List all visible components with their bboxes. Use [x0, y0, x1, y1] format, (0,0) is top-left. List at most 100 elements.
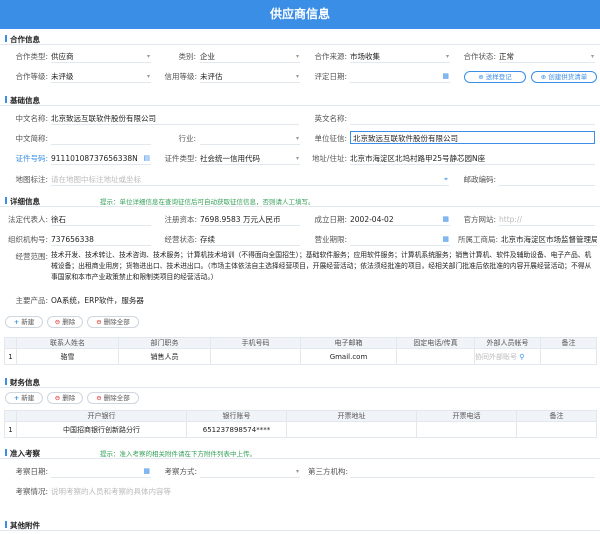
op-status-label: 经营状态:	[164, 235, 197, 244]
contact-email-cell[interactable]: Gmail.com	[300, 348, 397, 365]
table-row[interactable]: 1 骆雪 销售人员 Gmail.com 协同外部账号 ⚲	[4, 348, 597, 365]
user-select-icon[interactable]: ⚲	[519, 353, 524, 361]
inspect-method-select[interactable]: ▾	[200, 465, 300, 478]
category-select[interactable]: 企业 ▾	[200, 50, 300, 63]
org-code-input[interactable]: 737656338	[51, 233, 151, 246]
finance-delete-all-button[interactable]: ⊖ 删除全部	[87, 392, 139, 404]
table-header-cell	[4, 337, 17, 349]
industry-select[interactable]: ▾	[200, 132, 300, 145]
category-label: 类别:	[178, 52, 196, 61]
table-row[interactable]: 1 中国招商银行创新路分行 651237898574****	[4, 421, 597, 438]
inspect-notice: 提示：准入考察的相关附件请在下方附件列表中上传。	[100, 450, 256, 458]
bank-cell[interactable]: 中国招商银行创新路分行	[16, 421, 187, 438]
detail-notice: 提示：单位详细信息在查询征信后可自动获取征信信息，否则请人工填写。	[100, 198, 315, 206]
chevron-down-icon: ▾	[295, 73, 299, 80]
contact-account-cell[interactable]: 协同外部账号 ⚲	[474, 348, 541, 365]
plus-icon: +	[13, 394, 20, 402]
section-finance: 财务信息	[0, 374, 600, 388]
contact-phone-cell[interactable]	[396, 348, 475, 365]
capital-input[interactable]: 7698.9583 万元人民币	[200, 213, 300, 226]
bureau-input[interactable]: 北京市海淀区市场监督管理局	[501, 233, 597, 246]
finance-delete-button[interactable]: ⊖ 删除	[47, 392, 83, 404]
section-title: 准入考察	[5, 449, 40, 458]
coop-level-select[interactable]: 未评级 ▾	[51, 70, 151, 83]
table-header-cell	[4, 410, 17, 422]
contacts-table: 联系人姓名 部门职务 手机号码 电子邮箱 固定电话/传真 外部人员帐号 备注 1…	[4, 337, 597, 365]
cert-no-input[interactable]: 91110108737656338N ▤	[51, 152, 151, 165]
short-name-label: 中文简称:	[15, 134, 48, 143]
review-date-input[interactable]: ▦	[350, 70, 450, 83]
legal-rep-input[interactable]: 徐石	[51, 213, 151, 226]
bureau-label: 所属工商局:	[457, 235, 498, 244]
contact-mobile-cell[interactable]	[210, 348, 301, 365]
row-number: 1	[4, 348, 17, 365]
credit-level-label: 信用等级:	[164, 72, 197, 81]
create-supply-list-button[interactable]: ⊕ 创建供货清单	[531, 71, 597, 83]
third-party-input[interactable]	[350, 465, 595, 478]
contact-dept-cell[interactable]: 销售人员	[118, 348, 211, 365]
chevron-down-icon: ▾	[295, 155, 299, 162]
finance-table: 开户银行 银行账号 开票地址 开票电话 备注 1 中国招商银行创新路分行 651…	[4, 410, 597, 438]
cn-name-input[interactable]: 北京致远互联软件股份有限公司	[51, 112, 299, 125]
founded-label: 成立日期:	[314, 215, 347, 224]
section-basic: 基础信息	[0, 92, 600, 106]
website-input[interactable]: http://	[499, 213, 595, 226]
table-header-cell: 备注	[516, 410, 597, 422]
map-label: 地图标注:	[15, 175, 48, 184]
invoice-address-cell[interactable]	[286, 421, 417, 438]
location-pin-icon[interactable]: ⌖	[444, 173, 448, 185]
cert-type-select[interactable]: 社会统一信用代码 ▾	[200, 152, 300, 165]
credit-query-label: 单位征信:	[314, 134, 347, 143]
finance-add-button[interactable]: + 新建	[5, 392, 43, 404]
trash-icon: ⊖	[54, 394, 61, 402]
cert-no-label: 证件号码:	[15, 154, 48, 163]
section-title: 合作信息	[5, 35, 40, 44]
table-header-cell: 联系人姓名	[16, 337, 119, 349]
cn-name-label: 中文名称:	[15, 114, 48, 123]
page-title: 供应商信息	[0, 0, 600, 29]
op-term-label: 营业期限:	[314, 235, 347, 244]
coop-type-select[interactable]: 供应商 ▾	[51, 50, 151, 63]
address-label: 地址/住址:	[311, 154, 347, 163]
sample-register-button[interactable]: ⊕ 送样登记	[464, 71, 526, 83]
trash-icon: ⊖	[96, 318, 102, 326]
products-input[interactable]: OA系统，ERP软件，服务器	[51, 294, 595, 307]
address-input[interactable]: 北京市海淀区北坞村路甲25号静芯园N座	[350, 152, 595, 165]
contact-delete-button[interactable]: ⊖ 删除	[47, 316, 83, 328]
table-header-cell: 手机号码	[210, 337, 301, 349]
inspect-date-input[interactable]: ▦	[51, 465, 151, 478]
founded-date-input[interactable]: 2002-04-02 ▦	[350, 213, 450, 226]
coop-status-select[interactable]: 正常 ▾	[499, 50, 595, 63]
credit-level-select[interactable]: 未评估 ▾	[200, 70, 300, 83]
credit-query-input[interactable]: 北京致远互联软件股份有限公司	[350, 131, 595, 144]
short-name-input[interactable]	[51, 132, 151, 145]
section-title: 其他附件	[5, 521, 40, 530]
chevron-down-icon: ▾	[445, 53, 449, 60]
table-header-row: 联系人姓名 部门职务 手机号码 电子邮箱 固定电话/传真 外部人员帐号 备注	[4, 337, 597, 349]
postcode-input[interactable]	[499, 173, 595, 186]
contact-name-cell[interactable]: 骆雪	[16, 348, 119, 365]
note-cell[interactable]	[516, 421, 597, 438]
source-select[interactable]: 市场收集 ▾	[350, 50, 450, 63]
table-header-cell: 外部人员帐号	[474, 337, 541, 349]
source-label: 合作来源:	[314, 52, 347, 61]
business-scope-text[interactable]: 技术开发、技术转让、技术咨询、技术服务；计算机技术培训（不得面向全国招生）；基础…	[51, 250, 595, 283]
map-input[interactable]: 请在地图中标注地址或坐标 ⌖	[51, 173, 449, 186]
contact-note-cell[interactable]	[540, 348, 597, 365]
chevron-down-icon: ▾	[295, 53, 299, 60]
table-header-cell: 固定电话/传真	[396, 337, 475, 349]
op-term-input[interactable]: ▦	[350, 233, 450, 246]
invoice-phone-cell[interactable]	[416, 421, 517, 438]
chevron-down-icon: ▾	[146, 53, 150, 60]
op-status-input[interactable]: 存续	[200, 233, 300, 246]
contact-add-button[interactable]: + 新建	[5, 316, 43, 328]
inspect-desc-textarea[interactable]: 说明考察的人员和考察的具体内容等	[51, 485, 595, 509]
en-name-input[interactable]	[350, 112, 595, 125]
capital-label: 注册资本:	[164, 215, 197, 224]
chevron-down-icon: ▾	[295, 135, 299, 142]
document-icon: ▤	[143, 154, 150, 162]
chevron-down-icon: ▾	[146, 73, 150, 80]
table-header-cell: 部门职务	[118, 337, 211, 349]
account-cell[interactable]: 651237898574****	[186, 421, 287, 438]
contact-delete-all-button[interactable]: ⊖ 删除全部	[87, 316, 139, 328]
